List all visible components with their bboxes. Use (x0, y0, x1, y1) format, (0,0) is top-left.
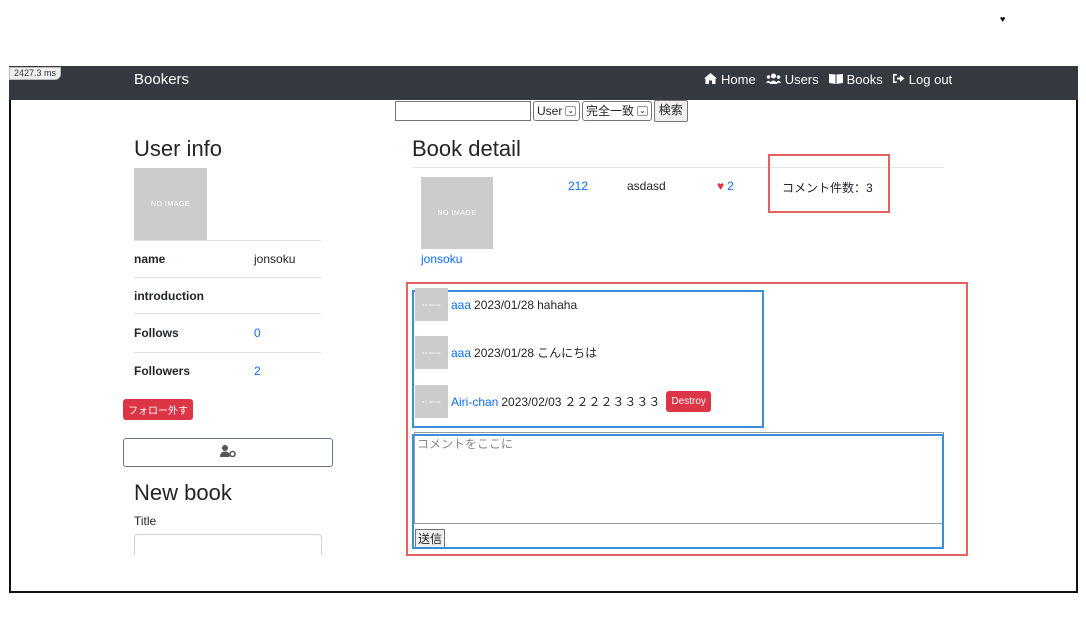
edit-profile-button[interactable] (123, 438, 333, 467)
nav-logout-link[interactable]: Log out (892, 72, 953, 87)
annotation-box-comment-count (768, 154, 890, 213)
user-follows-link[interactable]: 0 (254, 326, 261, 340)
comment-text: こんにちは (537, 346, 598, 360)
search-method-select[interactable]: 完全一致 ⌄ (582, 101, 652, 121)
nav-logout-label: Log out (908, 72, 953, 87)
favorite-count: 2 (727, 179, 734, 193)
user-info-heading: User info (134, 136, 223, 161)
comment-user-link[interactable]: Airi-chan (451, 395, 498, 409)
annotation-box-comment-form (412, 434, 944, 549)
comment-user-image: NO IMAGE (415, 385, 448, 418)
comment-user-image: NO IMAGE (415, 288, 448, 321)
list-item: NO IMAGE aaa 2023/01/28 こんにちは (415, 336, 597, 369)
table-row: name jonsoku (134, 240, 321, 277)
destroy-button[interactable]: Destroy (666, 391, 711, 412)
load-timer-badge: 2427.3 ms (9, 67, 62, 80)
nav-users-link[interactable]: Users (765, 72, 819, 87)
heart-icon: ♥ (717, 179, 725, 193)
user-followers-link[interactable]: 2 (254, 364, 261, 378)
navbar-links: Home Users Books Log out (704, 72, 952, 87)
nav-home-label: Home (721, 72, 756, 87)
cursor-marker: ♥ (1000, 14, 1006, 24)
search-model-value: User (537, 104, 563, 118)
nav-books-label: Books (846, 72, 883, 87)
new-book-title-label: Title (134, 514, 157, 528)
nav-books-link[interactable]: Books (828, 72, 883, 87)
comment-date: 2023/02/03 (501, 394, 562, 409)
table-row: Follows 0 (134, 313, 321, 352)
comment-text: hahaha (537, 297, 578, 312)
user-cog-icon (220, 444, 236, 462)
user-introduction-key: introduction (134, 288, 204, 303)
search-form: User ⌄ 完全一致 ⌄ 検索 (395, 100, 688, 122)
favorite-button[interactable]: ♥ 2 (717, 179, 734, 193)
navbar-brand[interactable]: Bookers (134, 71, 189, 88)
user-info-table: name jonsoku introduction Follows 0 Foll… (134, 240, 321, 389)
list-item: NO IMAGE aaa 2023/01/28 hahaha (415, 288, 577, 321)
book-detail-heading: Book detail (412, 136, 521, 161)
new-book-heading: New book (134, 480, 232, 505)
user-name-value: jonsoku (254, 252, 296, 266)
nav-home-link[interactable]: Home (704, 72, 756, 87)
search-input[interactable] (395, 101, 531, 121)
nav-users-label: Users (784, 72, 819, 87)
book-body: asdasd (627, 179, 666, 193)
comment-date: 2023/01/28 (474, 297, 535, 312)
user-follows-key: Follows (134, 326, 179, 340)
user-followers-key: Followers (134, 364, 191, 378)
search-button[interactable]: 検索 (653, 100, 688, 122)
list-item: NO IMAGE Airi-chan 2023/02/03 ２２２２３３３３ D… (415, 385, 711, 418)
book-title-link[interactable]: 212 (568, 179, 588, 193)
comment-date: 2023/01/28 (474, 345, 535, 360)
user-profile-image: NO IMAGE (134, 168, 207, 240)
unfollow-button[interactable]: フォロー外す (123, 399, 193, 420)
home-icon (704, 72, 717, 87)
book-user-image: NO IMAGE (421, 177, 493, 249)
new-book-title-input[interactable] (134, 534, 322, 555)
chevron-down-icon: ⌄ (565, 106, 577, 116)
search-method-value: 完全一致 (586, 104, 635, 118)
comment-user-image: NO IMAGE (415, 336, 448, 369)
search-model-select[interactable]: User ⌄ (533, 101, 581, 121)
comment-text: ２２２２３３３３ (564, 395, 661, 409)
comment-user-link[interactable]: aaa (451, 298, 471, 312)
book-icon (828, 73, 843, 87)
comment-user-link[interactable]: aaa (451, 346, 471, 360)
table-row: Followers 2 (134, 352, 321, 389)
users-icon (765, 73, 781, 87)
chevron-down-icon: ⌄ (637, 106, 648, 116)
logout-icon (892, 73, 905, 87)
user-name-key: name (134, 252, 166, 266)
table-row: introduction (134, 277, 321, 313)
book-user-link[interactable]: jonsoku (421, 252, 462, 266)
